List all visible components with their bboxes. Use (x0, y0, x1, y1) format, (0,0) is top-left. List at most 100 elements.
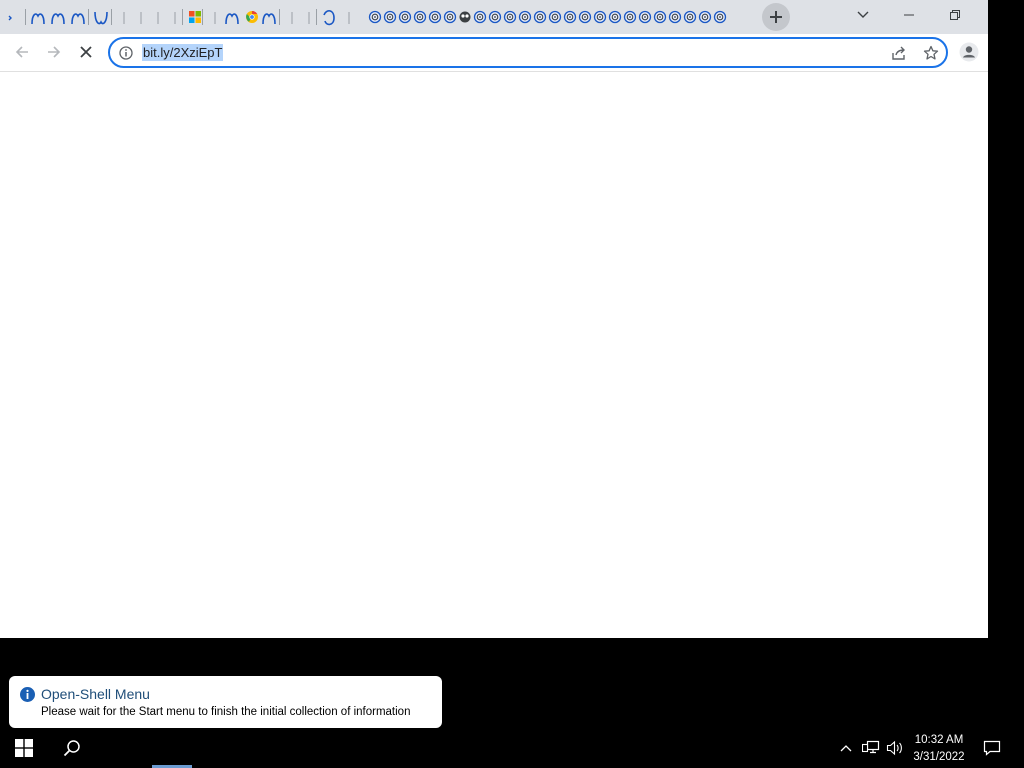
pinned-tab[interactable] (134, 4, 148, 30)
spiral-icon (488, 10, 502, 24)
pinned-tab[interactable] (285, 4, 299, 30)
pinned-tab[interactable] (302, 4, 316, 30)
site-info-button[interactable] (115, 42, 137, 64)
new-tab-button[interactable] (762, 3, 790, 31)
pinned-tab[interactable] (698, 4, 712, 30)
pinned-tab[interactable] (168, 4, 182, 30)
search-button[interactable] (52, 728, 92, 768)
pinned-tab[interactable] (548, 4, 562, 30)
spiral-icon (368, 10, 382, 24)
pinned-tab[interactable] (533, 4, 547, 30)
notification-body: Please wait for the Start menu to finish… (41, 706, 411, 718)
pinned-tab[interactable] (413, 4, 427, 30)
pinned-tab[interactable] (225, 4, 239, 30)
back-arrow-icon (15, 46, 28, 58)
forward-button[interactable] (40, 38, 68, 66)
pinned-tab[interactable] (51, 4, 65, 30)
network-button[interactable] (860, 728, 882, 768)
notification-title: Open-Shell Menu (41, 686, 150, 702)
pinned-tab[interactable] (683, 4, 697, 30)
pinned-tab[interactable] (245, 4, 259, 30)
pinned-tab[interactable] (608, 4, 622, 30)
pinned-tab[interactable] (117, 4, 131, 30)
minimize-button[interactable] (886, 0, 932, 30)
notification-icon (983, 740, 1001, 756)
curly-n-icon (71, 13, 85, 25)
pinned-tab[interactable] (593, 4, 607, 30)
pinned-tab[interactable] (578, 4, 592, 30)
tab-separator (182, 9, 183, 25)
blank-tab-icon (174, 12, 176, 24)
spiral-icon (683, 10, 697, 24)
pinned-tab[interactable] (4, 4, 18, 30)
pinned-tab[interactable] (383, 4, 397, 30)
star-icon (923, 45, 939, 60)
pinned-tab[interactable] (488, 4, 502, 30)
spiral-icon (638, 10, 652, 24)
pinned-tab[interactable] (398, 4, 412, 30)
speaker-icon (886, 740, 902, 756)
tab-strip (0, 0, 988, 34)
address-bar[interactable]: bit.ly/2XziEpT (108, 37, 948, 68)
spiral-icon (608, 10, 622, 24)
start-button[interactable] (4, 728, 44, 768)
blank-tab-icon (123, 12, 125, 24)
action-center-button[interactable] (978, 728, 1006, 768)
volume-button[interactable] (884, 728, 906, 768)
curly-n-icon (31, 13, 45, 25)
spiral-icon (563, 10, 577, 24)
pinned-tab[interactable] (151, 4, 165, 30)
share-button[interactable] (888, 42, 910, 64)
blank-tab-icon (348, 12, 350, 24)
pinned-tab[interactable] (653, 4, 667, 30)
pinned-tab[interactable] (262, 4, 276, 30)
owl-icon (459, 11, 471, 23)
spiral-icon (578, 10, 592, 24)
pinned-tab[interactable] (458, 4, 472, 30)
back-button[interactable] (8, 38, 36, 66)
restore-button[interactable] (932, 0, 978, 30)
pinned-tab[interactable] (208, 4, 222, 30)
spiral-icon (413, 10, 427, 24)
partial-tab-icon (8, 15, 12, 21)
bookmark-button[interactable] (920, 42, 942, 64)
spiral-icon (443, 10, 457, 24)
tab-search-button[interactable] (840, 0, 886, 30)
blank-tab-icon (140, 12, 142, 24)
pinned-tab[interactable] (563, 4, 577, 30)
spiral-icon (698, 10, 712, 24)
pinned-tab[interactable] (518, 4, 532, 30)
tab-separator (316, 9, 317, 25)
profile-button[interactable] (955, 38, 983, 66)
pinned-tab[interactable] (94, 4, 108, 30)
pinned-tab[interactable] (668, 4, 682, 30)
blank-tab-icon (291, 12, 293, 24)
forward-arrow-icon (48, 46, 61, 58)
pinned-tab[interactable] (638, 4, 652, 30)
pinned-tab[interactable] (342, 4, 356, 30)
curly-o-icon (323, 10, 335, 26)
open-shell-notification[interactable]: Open-Shell Menu Please wait for the Star… (9, 676, 442, 728)
pinned-tab[interactable] (503, 4, 517, 30)
pinned-tab[interactable] (71, 4, 85, 30)
windows-logo-icon (15, 739, 33, 757)
pinned-tab[interactable] (713, 4, 727, 30)
show-hidden-icons-button[interactable] (836, 728, 856, 768)
spiral-icon (668, 10, 682, 24)
pinned-tab[interactable] (443, 4, 457, 30)
stop-loading-button[interactable] (72, 38, 100, 66)
pinned-tab[interactable] (322, 4, 336, 30)
pinned-tab[interactable] (188, 4, 202, 30)
pinned-tab[interactable] (623, 4, 637, 30)
pinned-tab[interactable] (428, 4, 442, 30)
pinned-tab[interactable] (368, 4, 382, 30)
pinned-tab[interactable] (31, 4, 45, 30)
spiral-icon (653, 10, 667, 24)
clock-date: 3/31/2022 (913, 751, 965, 763)
pinned-tab[interactable] (473, 4, 487, 30)
system-clock[interactable]: 10:32 AM 3/31/2022 (908, 732, 970, 766)
blank-tab-icon (214, 12, 216, 24)
microsoft-logo-icon (189, 11, 201, 23)
url-text[interactable]: bit.ly/2XziEpT (142, 44, 224, 61)
tab-search-chevron-icon (857, 11, 869, 18)
